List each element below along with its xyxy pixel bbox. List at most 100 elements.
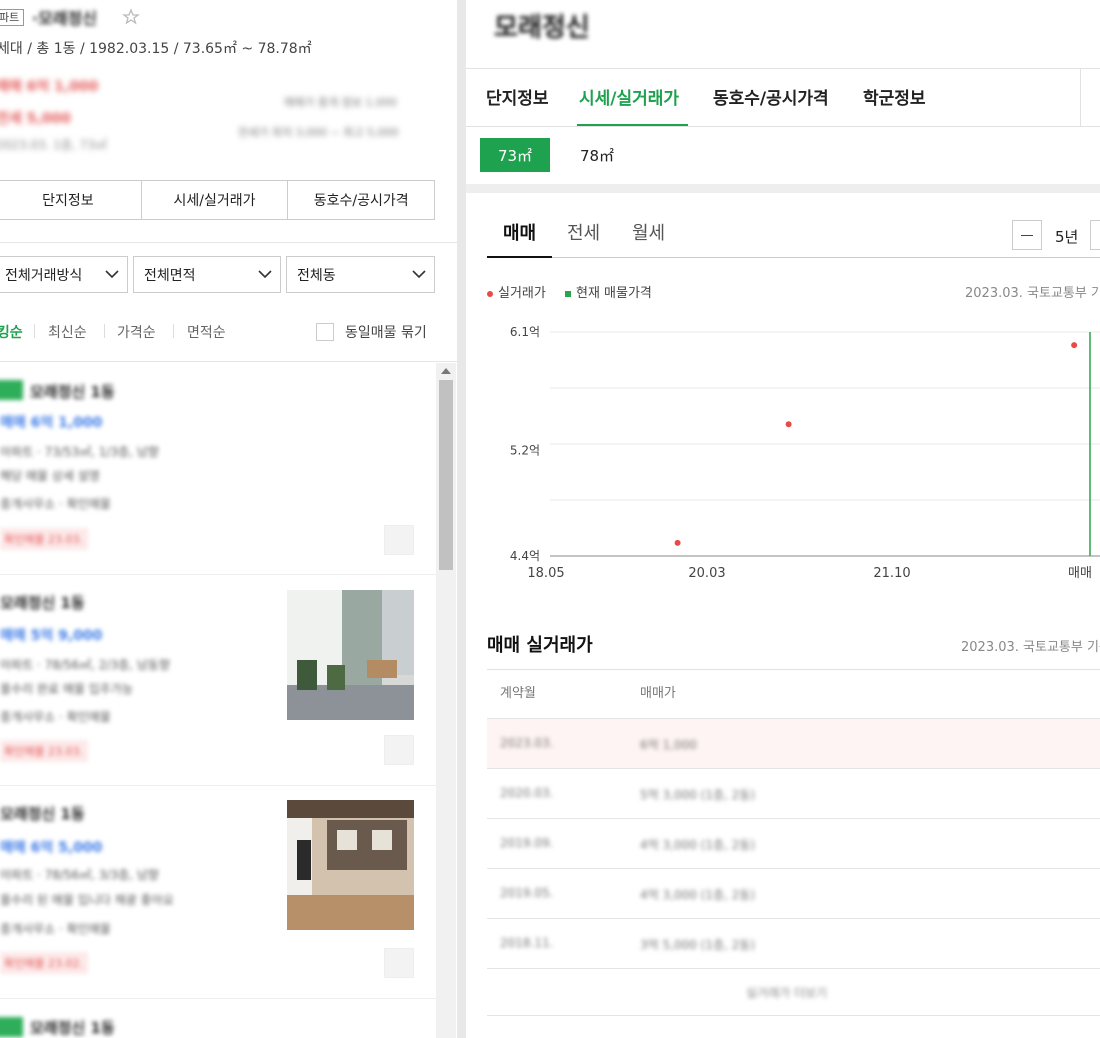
- sort-divider: [104, 324, 105, 338]
- same-listing-checkbox[interactable]: [316, 323, 334, 341]
- trade-point: [674, 539, 681, 546]
- listing-desc: 아파트 · 78/56㎡, 3/3층, 남향: [0, 868, 159, 882]
- x-tick-label: 20.03: [688, 566, 725, 581]
- panel-gutter: [457, 0, 466, 1038]
- listing-desc: 올수리 된 매물 입니다 채광 좋아요: [0, 893, 174, 907]
- share-button[interactable]: [1080, 69, 1100, 126]
- tab-sale[interactable]: 매매: [503, 219, 536, 245]
- row-price: 6억 1,000: [640, 738, 697, 752]
- area-73-button[interactable]: 73㎡: [480, 138, 550, 172]
- complex-tab-bar: 단지정보 시세/실거래가 동호수/공시가격: [0, 180, 435, 220]
- period-increase-button[interactable]: [1090, 220, 1100, 250]
- divider: [0, 242, 457, 243]
- period-label: 5년: [1055, 228, 1079, 246]
- chart-source: 2023.03. 국토교통부 기준: [965, 286, 1100, 301]
- listing-price: 매매 5억 9,000: [0, 628, 103, 644]
- listing-desc: 아파트 · 73/53㎡, 1/3층, 남향: [0, 445, 159, 459]
- tab-monthly[interactable]: 월세: [632, 219, 665, 245]
- divider: [466, 68, 1100, 69]
- favorite-icon[interactable]: [121, 7, 141, 27]
- tab-complex-info[interactable]: 단지정보: [486, 84, 549, 109]
- complex-title: 모래정신: [494, 13, 590, 43]
- listing-tag: 확인매물 23.02.: [0, 952, 88, 974]
- price-chart: 6.1억 5.2억 4.4억 18.05 20.03 21.10 매매: [510, 325, 1100, 581]
- row-month: 2018.11.: [500, 936, 554, 950]
- table-row: 2018.11. 3억 5,000 (1층, 2동): [487, 918, 1100, 968]
- complex-summary: 세대 / 총 1동 / 1982.03.15 / 73.65㎡ ~ 78.78㎡: [0, 41, 312, 57]
- section-separator: [466, 184, 1100, 193]
- legend-dot: [487, 290, 493, 297]
- sort-area[interactable]: 면적순: [187, 322, 226, 342]
- listing-scrollbar[interactable]: [436, 363, 456, 1038]
- legend-current: 현재 매물가격: [565, 282, 652, 301]
- period-decrease-button[interactable]: [1012, 220, 1042, 250]
- area-78-button[interactable]: 78㎡: [572, 138, 622, 172]
- tab-jeonse[interactable]: 전세: [567, 219, 600, 245]
- row-month: 2019.05.: [500, 886, 554, 900]
- property-type-badge: 파트: [0, 9, 25, 26]
- complex-name: ·모래정신: [32, 9, 97, 28]
- trade-point: [1071, 342, 1078, 349]
- legend-actual-label: 실거래가: [498, 286, 546, 301]
- trade-table-source: 2023.03. 국토교통부 기준: [961, 640, 1100, 655]
- tab-price-history[interactable]: 시세/실거래가: [579, 84, 679, 109]
- info-right-2: 전세가 최저 3,000 ~ 최고 5,000: [238, 126, 399, 139]
- row-price: 3억 5,000 (1층, 2동): [640, 938, 755, 952]
- listing-price: 매매 6억 5,000: [0, 840, 103, 856]
- column-price: 매매가: [640, 686, 676, 701]
- y-tick-label: 5.2억: [510, 444, 540, 458]
- share-icon[interactable]: [384, 735, 414, 765]
- listing-title[interactable]: 모래정신 1동: [0, 592, 85, 613]
- listing-photo[interactable]: [287, 590, 414, 720]
- share-icon[interactable]: [384, 525, 414, 555]
- row-price: 4억 3,000 (1층, 2동): [640, 888, 755, 902]
- sort-divider: [34, 324, 35, 338]
- tab-unit-price[interactable]: 동호수/공시가격: [288, 181, 434, 219]
- tab-school-info[interactable]: 학군정보: [863, 84, 926, 109]
- x-tick-label: 매매: [1068, 566, 1092, 581]
- listing-tag: 확인매물 23.03.: [0, 740, 88, 762]
- active-trade-tab-indicator: [487, 256, 552, 258]
- sort-price[interactable]: 가격순: [117, 322, 156, 342]
- detail-panel: 모래정신 단지정보 시세/실거래가 동호수/공시가격 학군정보 73㎡ 78㎡ …: [466, 0, 1100, 1038]
- row-price: 5억 3,000 (1층, 2동): [640, 788, 755, 802]
- listing-title[interactable]: 모래정신 1동: [30, 381, 115, 402]
- share-icon[interactable]: [384, 948, 414, 978]
- table-row: 2019.05. 4억 3,000 (1층, 2동): [487, 868, 1100, 918]
- tab-unit-price[interactable]: 동호수/공시가격: [713, 84, 829, 109]
- tab-price-history[interactable]: 시세/실거래가: [142, 181, 289, 219]
- listing-photo[interactable]: [287, 800, 414, 930]
- table-row: 2023.03. 6억 1,000: [487, 718, 1100, 768]
- sort-latest[interactable]: 최신순: [48, 322, 87, 342]
- divider: [487, 257, 1100, 258]
- sort-ranking[interactable]: 랭킹순: [0, 322, 23, 342]
- divider: [0, 785, 437, 786]
- scroll-up-icon[interactable]: [441, 368, 451, 374]
- table-row: 2019.09. 4억 3,000 (1층, 2동): [487, 818, 1100, 868]
- scroll-thumb[interactable]: [439, 380, 453, 570]
- sort-divider: [173, 324, 174, 338]
- listing-agent: 중개사무소 · 확인매물: [0, 922, 111, 936]
- area-dropdown[interactable]: 전체면적: [133, 256, 281, 293]
- listing-title[interactable]: 모래정신 1동: [30, 1017, 115, 1038]
- y-tick-label: 6.1억: [510, 325, 540, 339]
- row-month: 2020.03.: [500, 786, 554, 800]
- trade-table-title: 매매 실거래가: [487, 635, 593, 656]
- jeonse-price-line: 전세 5,000: [0, 111, 71, 127]
- legend-square: [565, 290, 571, 297]
- more-trades-button[interactable]: 실거래가 더보기: [746, 984, 827, 1001]
- area-value: 전체면적: [144, 267, 196, 284]
- tab-complex-info[interactable]: 단지정보: [0, 181, 142, 219]
- sale-price-line: 매매 6억 1,000: [0, 79, 99, 95]
- info-right-1: 매매가 중개 정보 1,000: [284, 96, 397, 109]
- listing-title[interactable]: 모래정신 1동: [0, 803, 85, 824]
- listing-desc: 해당 매물 상세 설명: [0, 469, 100, 483]
- trade-type-dropdown[interactable]: 전체거래방식: [0, 256, 128, 293]
- chevron-down-icon: [258, 270, 272, 279]
- building-dropdown[interactable]: 전체동: [286, 256, 435, 293]
- row-month: 2019.09.: [500, 836, 554, 850]
- x-tick-label: 21.10: [873, 566, 910, 581]
- legend-current-label: 현재 매물가격: [576, 286, 652, 301]
- trade-point: [785, 421, 792, 428]
- listing-badge: [0, 380, 23, 400]
